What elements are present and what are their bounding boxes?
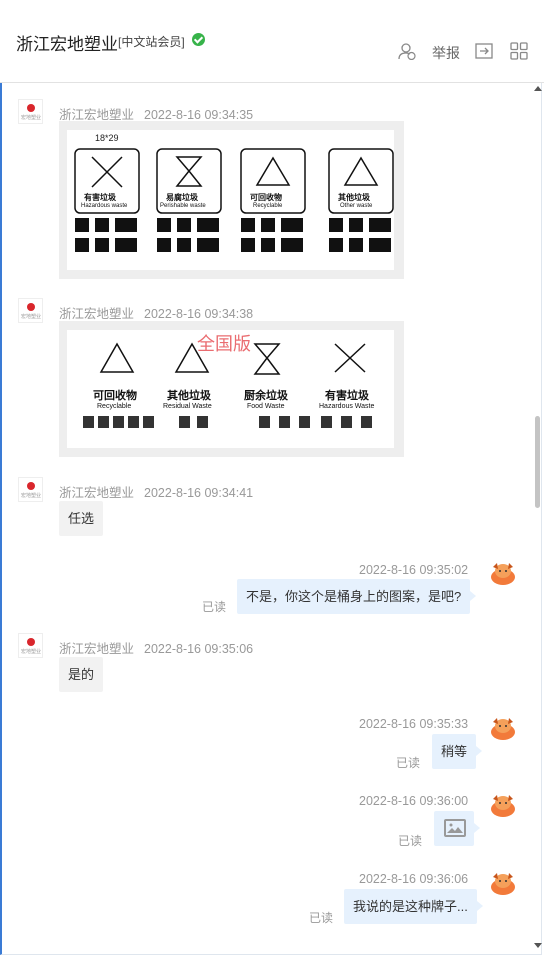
seller-avatar[interactable]: 宏地塑业 bbox=[18, 633, 43, 658]
user-add-icon[interactable] bbox=[398, 42, 416, 60]
grid-icon[interactable] bbox=[510, 42, 528, 60]
bin-label: 其他垃圾 bbox=[338, 193, 370, 202]
bin-label-en: Other waste bbox=[340, 203, 373, 209]
bin-label: 可回收物 bbox=[93, 390, 137, 402]
bin-label: 厨余垃圾 bbox=[244, 390, 288, 402]
scroll-up-arrow[interactable] bbox=[534, 86, 542, 91]
bin-label: 易腐垃圾 bbox=[166, 193, 198, 202]
read-status: 已读 bbox=[202, 600, 227, 614]
image-placeholder-icon bbox=[444, 819, 466, 837]
scrollbar-thumb[interactable] bbox=[535, 416, 540, 508]
read-status: 已读 bbox=[309, 911, 334, 925]
bin-label: 可回收物 bbox=[250, 193, 282, 202]
image-watermark: 全国版 bbox=[197, 334, 251, 354]
bin-label-en: Recyclable bbox=[97, 403, 132, 410]
image-message[interactable] bbox=[434, 811, 480, 846]
bin-label: 有害垃圾 bbox=[325, 390, 369, 402]
message-meta: 浙江宏地塑业 2022-8-16 09:34:38 bbox=[59, 303, 253, 322]
message-time: 2022-8-16 09:35:06 bbox=[144, 642, 254, 656]
message-image[interactable]: 全国版 可回收物 Recyclable 其他垃圾 Residual Waste … bbox=[59, 321, 404, 457]
user-avatar[interactable] bbox=[489, 561, 517, 585]
message-bubble[interactable]: 任选 bbox=[59, 501, 104, 536]
bin-label: 其他垃圾 bbox=[167, 390, 211, 402]
message-time: 2022-8-16 09:34:41 bbox=[144, 486, 254, 500]
read-status: 已读 bbox=[396, 756, 421, 770]
user-avatar[interactable] bbox=[489, 716, 517, 740]
read-status: 已读 bbox=[398, 834, 423, 848]
message-bubble[interactable]: 不是，你这个是桶身上的图案，是吧? bbox=[237, 579, 477, 614]
message-time: 2022-8-16 09:34:35 bbox=[144, 108, 254, 122]
bin-label-en: Hazardous waste bbox=[81, 203, 128, 209]
member-badge: [中文站会员] bbox=[118, 35, 185, 49]
message-meta: 浙江宏地塑业 2022-8-16 09:34:41 bbox=[59, 482, 253, 501]
bin-label: 有害垃圾 bbox=[84, 193, 116, 202]
message-time: 2022-8-16 09:36:00 bbox=[359, 794, 469, 808]
message-time: 2022-8-16 09:36:06 bbox=[359, 872, 469, 886]
message-time: 2022-8-16 09:34:38 bbox=[144, 307, 254, 321]
sender-name: 浙江宏地塑业 bbox=[59, 486, 135, 500]
report-button[interactable]: 举报 bbox=[432, 43, 460, 63]
seller-avatar[interactable]: 宏地塑业 bbox=[18, 298, 43, 323]
seller-avatar[interactable]: 宏地塑业 bbox=[18, 99, 43, 124]
bin-label-en: Perishable waste bbox=[160, 203, 206, 209]
bin-label-en: Residual Waste bbox=[163, 403, 212, 410]
message-time: 2022-8-16 09:35:33 bbox=[359, 717, 469, 731]
bin-label-en: Food Waste bbox=[247, 403, 285, 410]
bin-label-en: Hazardous Waste bbox=[319, 403, 375, 410]
export-icon[interactable] bbox=[475, 42, 493, 60]
user-avatar[interactable] bbox=[489, 793, 517, 817]
message-meta: 浙江宏地塑业 2022-8-16 09:35:06 bbox=[59, 638, 253, 657]
message-bubble[interactable]: 是的 bbox=[59, 657, 104, 692]
chat-header: 浙江宏地塑业 [中文站会员] 举报 bbox=[0, 0, 544, 83]
bin-label-en: Recyclable bbox=[253, 203, 283, 209]
sender-name: 浙江宏地塑业 bbox=[59, 108, 135, 122]
seller-avatar[interactable]: 宏地塑业 bbox=[18, 477, 43, 502]
shop-name[interactable]: 浙江宏地塑业 bbox=[16, 30, 118, 55]
sender-name: 浙江宏地塑业 bbox=[59, 642, 135, 656]
scroll-down-arrow[interactable] bbox=[534, 943, 542, 948]
message-image[interactable]: 18*29 有害垃圾 Hazardous waste 易腐垃圾 Perishab… bbox=[59, 121, 404, 279]
sender-name: 浙江宏地塑业 bbox=[59, 307, 135, 321]
message-bubble[interactable]: 我说的是这种牌子... bbox=[344, 889, 483, 924]
message-bubble[interactable]: 稍等 bbox=[432, 734, 483, 769]
user-avatar[interactable] bbox=[489, 871, 517, 895]
verified-icon bbox=[192, 33, 205, 46]
message-time: 2022-8-16 09:35:02 bbox=[359, 563, 469, 577]
